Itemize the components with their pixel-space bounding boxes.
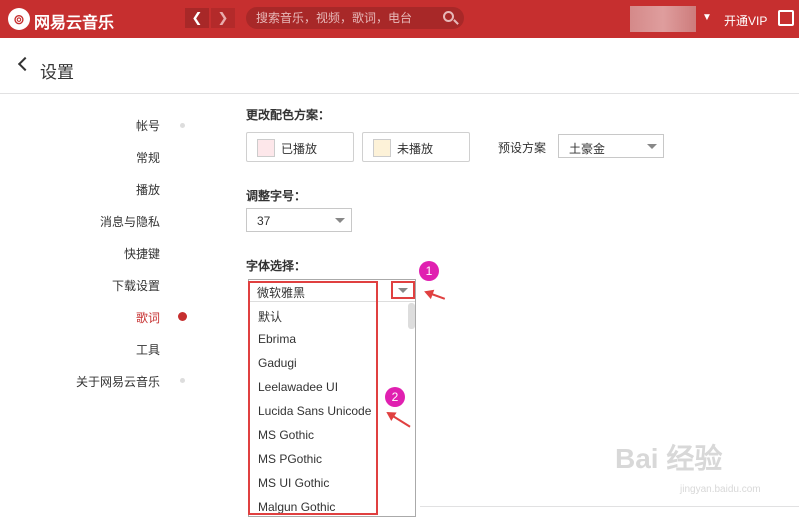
- chevron-down-icon: [647, 144, 657, 149]
- sidebar-dot: [180, 378, 185, 383]
- font-select-label: 字体选择：: [246, 259, 307, 273]
- search-box[interactable]: [246, 7, 464, 29]
- search-icon[interactable]: [443, 11, 454, 22]
- preset-select-value: 土豪金: [569, 142, 606, 156]
- font-dropdown-toggle[interactable]: [391, 281, 415, 299]
- divider: [420, 506, 799, 507]
- font-size-label: 调整字号：: [246, 189, 307, 203]
- back-nav-button[interactable]: ❮: [185, 8, 209, 28]
- font-size-select-value: 37: [257, 214, 271, 228]
- sidebar-item-general[interactable]: 常规: [136, 149, 160, 166]
- sidebar-dot: [180, 123, 185, 128]
- baidu-watermark-url: jingyan.baidu.com: [680, 484, 761, 495]
- user-menu-chevron-icon[interactable]: ▼: [702, 12, 712, 23]
- color-scheme-label: 更改配色方案：: [246, 108, 331, 122]
- annotation-arrow-icon: [425, 291, 446, 300]
- preset-select[interactable]: 土豪金: [558, 134, 664, 158]
- vip-button[interactable]: 开通VIP: [724, 12, 767, 29]
- search-input[interactable]: [256, 9, 436, 27]
- page-header: [0, 38, 799, 94]
- font-size-select[interactable]: 37: [246, 208, 352, 232]
- netease-music-logo-icon[interactable]: ⊚: [8, 8, 30, 30]
- unplayed-color-label: 未播放: [397, 142, 434, 156]
- page-title: 设置: [40, 63, 74, 82]
- played-color-label: 已播放: [281, 142, 318, 156]
- sidebar-item-playback[interactable]: 播放: [136, 181, 160, 198]
- sidebar-item-account[interactable]: 帐号: [136, 117, 160, 134]
- preset-label: 预设方案: [498, 141, 547, 155]
- unplayed-color-button[interactable]: 未播放: [362, 132, 470, 162]
- annotation-highlight-box: [248, 281, 378, 515]
- app-title[interactable]: 网易云音乐: [34, 9, 114, 33]
- chevron-down-icon: [335, 218, 345, 223]
- forward-nav-button[interactable]: ❯: [211, 8, 235, 28]
- sidebar-item-tools[interactable]: 工具: [136, 341, 160, 358]
- annotation-badge-1: 1: [419, 261, 439, 281]
- sidebar-item-privacy[interactable]: 消息与隐私: [100, 213, 160, 230]
- sidebar-item-lyrics[interactable]: 歌词: [136, 309, 160, 326]
- sidebar-active-dot: [178, 312, 187, 321]
- baidu-watermark: Bai 经验: [615, 443, 723, 474]
- sidebar-item-about[interactable]: 关于网易云音乐: [76, 373, 160, 390]
- unplayed-color-swatch: [373, 139, 391, 157]
- user-avatar[interactable]: [630, 6, 696, 32]
- top-bar: ⊚ 网易云音乐 ❮ ❯ ▼ 开通VIP: [0, 0, 799, 38]
- chevron-down-icon: [398, 288, 408, 293]
- sidebar-item-shortcuts[interactable]: 快捷键: [124, 245, 160, 262]
- played-color-swatch: [257, 139, 275, 157]
- annotation-badge-2: 2: [385, 387, 405, 407]
- clothes-skin-icon[interactable]: [778, 10, 794, 26]
- sidebar-item-download[interactable]: 下载设置: [112, 277, 160, 294]
- font-dropdown-scrollbar[interactable]: [408, 303, 415, 329]
- played-color-button[interactable]: 已播放: [246, 132, 354, 162]
